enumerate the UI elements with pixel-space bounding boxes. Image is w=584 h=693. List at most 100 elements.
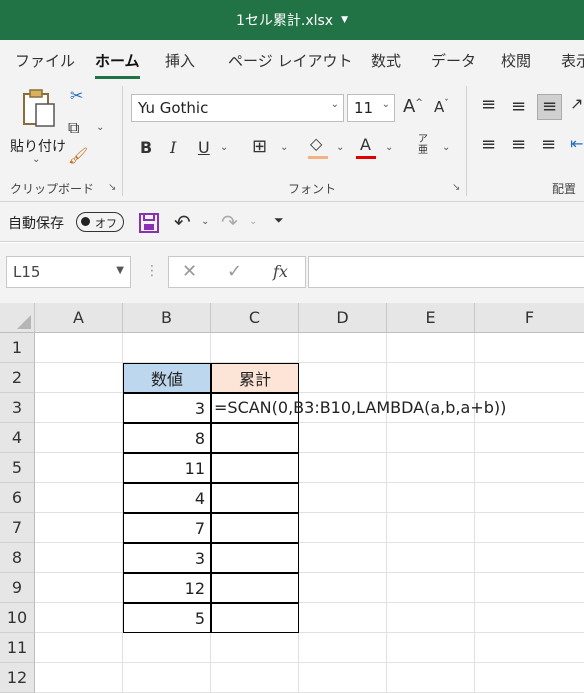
cell-D11[interactable]	[299, 633, 387, 663]
cell-F7[interactable]	[475, 513, 584, 543]
font-color-dropdown-icon[interactable]: ⌄	[385, 142, 393, 153]
column-header-F[interactable]: F	[475, 303, 584, 333]
cell-D4[interactable]	[299, 423, 387, 453]
tab-insert[interactable]: 挿入	[165, 50, 195, 71]
row-header-3[interactable]: 3	[0, 393, 35, 423]
row-header-6[interactable]: 6	[0, 483, 35, 513]
underline-dropdown-icon[interactable]: ⌄	[220, 142, 228, 153]
cell-E10[interactable]	[387, 603, 475, 633]
paste-button[interactable]: 貼り付け ⌄	[8, 86, 66, 170]
font-name-select[interactable]: Yu Gothic ⌄	[131, 94, 344, 122]
cell-C5[interactable]	[211, 453, 299, 483]
cell-C1[interactable]	[211, 333, 299, 363]
cell-F10[interactable]	[475, 603, 584, 633]
cell-C7[interactable]	[211, 513, 299, 543]
fill-color-dropdown-icon[interactable]: ⌄	[336, 142, 344, 153]
cell-D7[interactable]	[299, 513, 387, 543]
decrease-font-icon[interactable]: Aˇ	[434, 100, 449, 115]
fill-color-icon[interactable]: ◇	[310, 136, 322, 152]
cell-F8[interactable]	[475, 543, 584, 573]
cell-E1[interactable]	[387, 333, 475, 363]
row-header-11[interactable]: 11	[0, 633, 35, 663]
tab-review[interactable]: 校閲	[501, 50, 531, 71]
increase-font-icon[interactable]: A^	[403, 98, 423, 116]
select-all-button[interactable]	[0, 303, 35, 333]
column-header-D[interactable]: D	[299, 303, 387, 333]
cell-E6[interactable]	[387, 483, 475, 513]
tab-home[interactable]: ホーム	[95, 50, 140, 79]
cell-B7[interactable]: 7	[123, 513, 211, 543]
name-box[interactable]: L15 ▼	[6, 256, 131, 288]
cell-D5[interactable]	[299, 453, 387, 483]
phonetic-guide-icon[interactable]: ア亜	[418, 134, 428, 156]
cell-E8[interactable]	[387, 543, 475, 573]
cell-B3[interactable]: 3	[123, 393, 211, 423]
cell-C4[interactable]	[211, 423, 299, 453]
cell-F11[interactable]	[475, 633, 584, 663]
clipboard-launcher-icon[interactable]: ↘	[108, 182, 116, 193]
decrease-indent-icon[interactable]: ⇤	[570, 136, 583, 152]
cell-A4[interactable]	[35, 423, 123, 453]
row-header-12[interactable]: 12	[0, 663, 35, 693]
cell-E9[interactable]	[387, 573, 475, 603]
cut-icon[interactable]: ✂	[70, 88, 83, 104]
cell-F5[interactable]	[475, 453, 584, 483]
borders-dropdown-icon[interactable]: ⌄	[280, 142, 288, 153]
cell-C11[interactable]	[211, 633, 299, 663]
cell-C9[interactable]	[211, 573, 299, 603]
cell-E4[interactable]	[387, 423, 475, 453]
align-bottom-icon[interactable]: ≡	[537, 94, 563, 120]
font-launcher-icon[interactable]: ↘	[452, 182, 460, 193]
cell-B2[interactable]: 数値	[123, 363, 211, 393]
cell-D6[interactable]	[299, 483, 387, 513]
tab-view[interactable]: 表示	[561, 50, 584, 71]
row-header-10[interactable]: 10	[0, 603, 35, 633]
tab-formulas[interactable]: 数式	[371, 50, 401, 71]
customize-qat-icon[interactable]: ⏷	[274, 214, 284, 226]
row-header-9[interactable]: 9	[0, 573, 35, 603]
align-left-icon[interactable]: ≡	[481, 136, 496, 154]
cell-D9[interactable]	[299, 573, 387, 603]
insert-function-icon[interactable]: fx	[273, 262, 288, 281]
cell-B11[interactable]	[123, 633, 211, 663]
undo-icon[interactable]: ↶	[174, 212, 191, 232]
column-header-B[interactable]: B	[123, 303, 211, 333]
cell-A3[interactable]	[35, 393, 123, 423]
copy-icon[interactable]: ⧉	[68, 120, 79, 136]
cell-A12[interactable]	[35, 663, 123, 693]
tab-file[interactable]: ファイル	[15, 50, 75, 71]
borders-icon[interactable]: ⊞	[252, 138, 267, 156]
redo-dropdown-icon[interactable]: ⌄	[249, 216, 257, 227]
redo-icon[interactable]: ↷	[221, 212, 238, 232]
row-header-2[interactable]: 2	[0, 363, 35, 393]
cell-A2[interactable]	[35, 363, 123, 393]
font-size-select[interactable]: 11 ⌄	[347, 94, 395, 122]
cell-B10[interactable]: 5	[123, 603, 211, 633]
cell-A9[interactable]	[35, 573, 123, 603]
align-middle-icon[interactable]: ≡	[511, 98, 526, 116]
cell-F2[interactable]	[475, 363, 584, 393]
cell-B1[interactable]	[123, 333, 211, 363]
cell-A1[interactable]	[35, 333, 123, 363]
underline-icon[interactable]: U	[198, 140, 210, 156]
save-icon[interactable]	[138, 212, 160, 234]
cell-A11[interactable]	[35, 633, 123, 663]
cancel-icon[interactable]: ✕	[182, 261, 197, 282]
cell-D12[interactable]	[299, 663, 387, 693]
cell-E12[interactable]	[387, 663, 475, 693]
tab-data[interactable]: データ	[431, 50, 476, 71]
cell-A8[interactable]	[35, 543, 123, 573]
cell-C10[interactable]	[211, 603, 299, 633]
cell-F9[interactable]	[475, 573, 584, 603]
cell-A5[interactable]	[35, 453, 123, 483]
cell-E11[interactable]	[387, 633, 475, 663]
row-header-5[interactable]: 5	[0, 453, 35, 483]
cell-C8[interactable]	[211, 543, 299, 573]
column-header-E[interactable]: E	[387, 303, 475, 333]
cell-F1[interactable]	[475, 333, 584, 363]
cell-A10[interactable]	[35, 603, 123, 633]
cell-F12[interactable]	[475, 663, 584, 693]
align-center-icon[interactable]: ≡	[511, 136, 526, 154]
font-color-icon[interactable]: A	[360, 137, 371, 153]
enter-icon[interactable]: ✓	[227, 261, 242, 282]
